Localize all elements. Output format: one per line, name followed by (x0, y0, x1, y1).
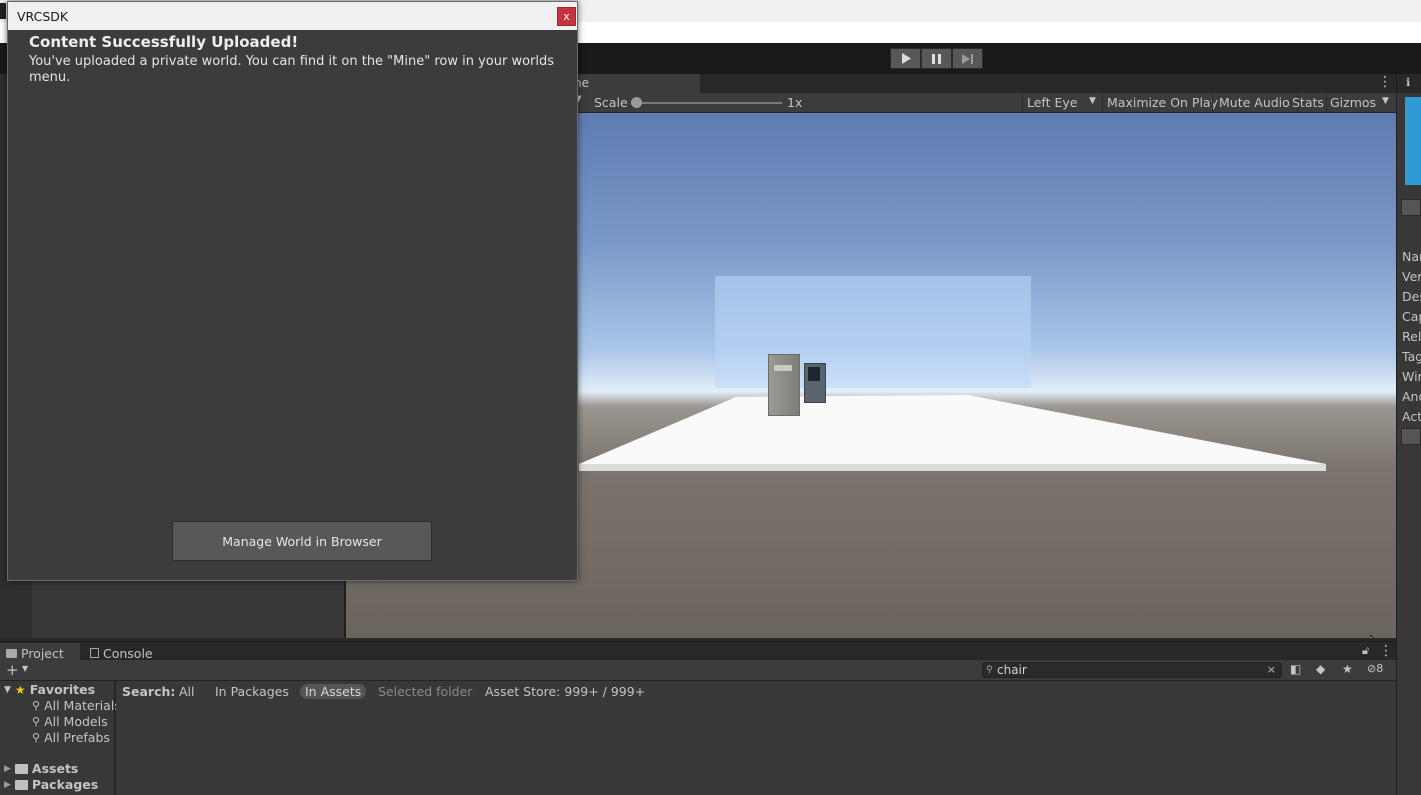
app-icon (0, 3, 6, 19)
filter-asset-store[interactable]: Asset Store: 999+ / 999+ (485, 684, 645, 699)
dialog-titlebar: VRCSDK (8, 2, 577, 30)
upload-pedestal (768, 354, 800, 416)
inspector-thumbnail (1405, 97, 1421, 185)
favorite-star-icon: ★ (14, 682, 26, 697)
packages-folder-row[interactable]: ▶ Packages (4, 777, 98, 792)
inspector-label: Ver (1402, 269, 1421, 284)
inspector-button[interactable] (1401, 199, 1421, 216)
filter-all[interactable]: All (179, 684, 195, 699)
folder-icon (6, 648, 17, 658)
hidden-packages-toggle[interactable]: ⊘8 (1367, 662, 1383, 675)
favorite-item[interactable]: ⚲ All Prefabs (32, 730, 110, 745)
inspector-label: And (1402, 389, 1421, 404)
close-button[interactable]: x (557, 7, 576, 26)
inspector-label: Win (1402, 369, 1421, 384)
packages-folder-label: Packages (31, 777, 99, 792)
folder-icon (14, 763, 28, 774)
inspector-action-button[interactable] (1401, 428, 1421, 445)
gizmos-toggle[interactable]: Gizmos (1330, 95, 1376, 110)
gizmos-dropdown-icon[interactable]: ▼ (1382, 96, 1389, 106)
project-toolbar: + ▼ ⚲ chair × ◧ ◆ ★ ⊘8 (0, 660, 1396, 681)
pedestal-label-plate (774, 365, 792, 371)
collapse-arrow-icon[interactable]: ▶ (4, 764, 11, 774)
assets-folder-row[interactable]: ▶ Assets (4, 761, 78, 776)
manage-world-button[interactable]: Manage World in Browser (172, 521, 432, 561)
search-label: Search: (122, 684, 176, 699)
favorite-item[interactable]: ⚲ All Materials (32, 698, 121, 713)
game-menu-icon[interactable]: ⋮ (1378, 75, 1392, 89)
filter-selected-folder[interactable]: Selected folder (378, 684, 472, 699)
play-controls (890, 48, 983, 69)
filter-in-packages[interactable]: In Packages (215, 684, 289, 699)
stats-toggle[interactable]: Stats (1292, 95, 1324, 110)
collapse-arrow-icon[interactable]: ▶ (4, 780, 11, 790)
inspector-label: Des (1402, 289, 1421, 304)
dialog-heading: Content Successfully Uploaded! (29, 33, 299, 51)
clear-search-icon[interactable]: × (1267, 663, 1276, 677)
search-icon: ⚲ (986, 665, 993, 675)
expand-arrow-icon[interactable]: ▼ (4, 685, 11, 695)
step-button[interactable] (952, 48, 983, 69)
favorites-row[interactable]: ▼ ★ Favorites (4, 682, 95, 697)
search-icon: ⚲ (32, 699, 41, 712)
eye-select[interactable]: Left Eye (1027, 95, 1077, 110)
tab-game[interactable]: ne (560, 74, 700, 93)
inspector-label: Rel (1402, 329, 1421, 344)
scale-slider-handle[interactable] (631, 97, 642, 108)
info-icon: ℹ (1406, 76, 1411, 89)
play-icon (901, 53, 911, 64)
kiosk-screen (808, 367, 820, 381)
mute-audio-toggle[interactable]: Mute Audio (1219, 95, 1290, 110)
tab-project-label: Project (21, 645, 64, 661)
eye-dropdown-icon[interactable]: ▼ (1089, 96, 1096, 106)
inspector-label: Nar (1402, 249, 1421, 264)
project-menu-icon[interactable]: ⋮ (1379, 644, 1393, 658)
maximize-on-play-toggle[interactable]: Maximize On Play (1107, 95, 1218, 110)
inspector-header: ℹ (1397, 74, 1421, 93)
favorites-label: Favorites (29, 682, 96, 697)
assets-folder-label: Assets (31, 761, 79, 776)
favorite-item-label: All Prefabs (44, 730, 110, 745)
project-tree: ▼ ★ Favorites ⚲ All Materials ⚲ All Mode… (0, 681, 121, 795)
console-icon (90, 648, 99, 658)
inspector-label: Cap (1402, 309, 1421, 324)
scale-label: Scale (594, 95, 628, 110)
pause-button[interactable] (921, 48, 952, 69)
inspector-label: Act (1402, 409, 1421, 424)
dialog-title: VRCSDK (17, 9, 69, 24)
filter-in-assets[interactable]: In Assets (300, 684, 367, 699)
vrcsdk-dialog (7, 1, 578, 581)
search-icon: ⚲ (32, 715, 41, 728)
scale-slider[interactable] (636, 102, 782, 104)
project-tabbar: Project Console 🔓︎ ⋮ (0, 641, 1396, 662)
favorite-item-label: All Materials (44, 698, 121, 713)
search-by-type-icon[interactable]: ◧ (1290, 662, 1301, 676)
save-search-star-icon[interactable]: ★ (1342, 662, 1353, 676)
search-icon: ⚲ (32, 731, 41, 744)
step-icon (962, 53, 973, 64)
inspector-label: Tag (1402, 349, 1421, 364)
search-by-label-icon[interactable]: ◆ (1316, 662, 1325, 676)
scale-value: 1x (787, 95, 803, 110)
pause-icon (932, 53, 941, 64)
search-input[interactable]: ⚲ chair × (982, 662, 1282, 678)
eye-slash-icon: ⊘ (1367, 662, 1377, 675)
mouse-cursor-icon (1370, 635, 1374, 638)
search-value: chair (997, 663, 1027, 677)
hidden-count: 8 (1376, 662, 1384, 675)
close-icon: x (563, 10, 570, 23)
lock-icon[interactable]: 🔓︎ (1362, 644, 1369, 658)
favorite-item[interactable]: ⚲ All Models (32, 714, 108, 729)
create-plus-icon[interactable]: + (6, 661, 19, 679)
play-button[interactable] (890, 48, 921, 69)
dialog-message: You've uploaded a private world. You can… (29, 54, 555, 85)
manage-world-label: Manage World in Browser (222, 533, 382, 549)
tab-console-label: Console (103, 645, 153, 661)
favorite-item-label: All Models (44, 714, 108, 729)
create-dropdown-icon[interactable]: ▼ (22, 664, 28, 673)
folder-icon (14, 779, 28, 790)
